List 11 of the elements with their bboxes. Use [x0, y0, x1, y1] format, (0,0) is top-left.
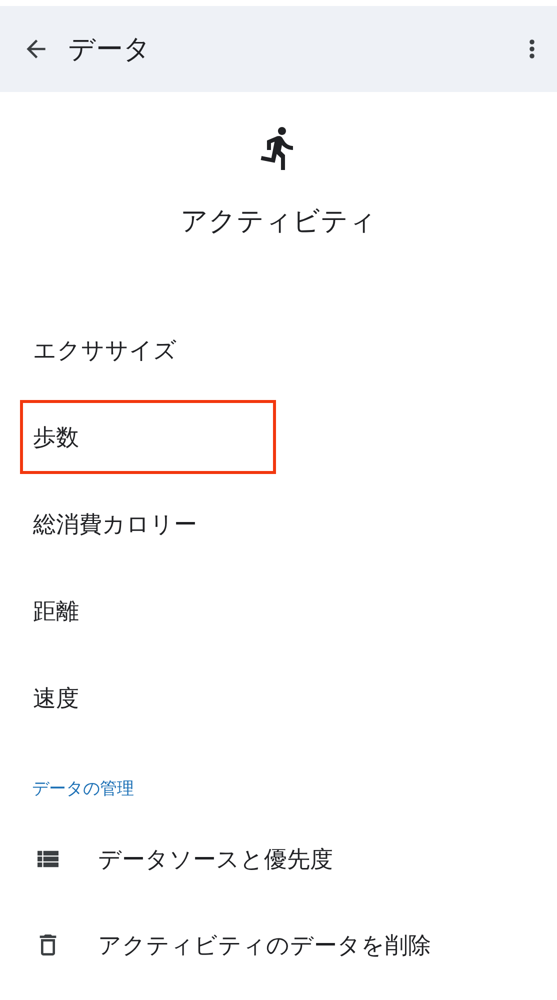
list-item[interactable]: 歩数 — [20, 400, 276, 474]
menu-item[interactable]: データソースと優先度 — [0, 816, 557, 902]
list-item[interactable]: 距離 — [20, 574, 276, 648]
page-title: データ — [68, 33, 152, 67]
list-item[interactable]: 速度 — [20, 661, 276, 735]
more-icon — [529, 39, 535, 59]
menu-item[interactable]: アクティビティのデータを削除 — [0, 902, 557, 988]
section-title: データの管理 — [32, 778, 135, 801]
category-title: アクティビティ — [180, 205, 378, 239]
list-item[interactable]: 総消費カロリー — [20, 487, 276, 561]
list-item[interactable]: エクササイズ — [20, 313, 276, 387]
